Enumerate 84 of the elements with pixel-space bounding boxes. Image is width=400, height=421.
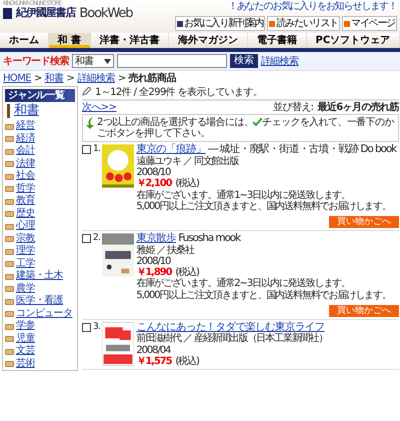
logo-text[interactable]: BookWeb <box>79 7 132 20</box>
search-field[interactable] <box>116 54 227 68</box>
logo-text[interactable]: 紀伊國屋書店 <box>16 7 76 20</box>
nav-tab[interactable]: 和 書 <box>48 33 91 48</box>
genre-link[interactable]: コンピュータ <box>16 308 72 320</box>
button-icon <box>269 20 276 27</box>
genre-link[interactable]: 教育 <box>16 195 35 208</box>
shipping-text: 5,000円以上ご注文頂きますと、国内送料無料でお届けします。 <box>136 200 392 212</box>
breadcrumb-current: 売れ筋商品 <box>128 73 176 85</box>
nav-tab[interactable]: 海外マガジン <box>169 33 248 48</box>
date-text: 2008/10 <box>136 256 172 268</box>
arrow-icon <box>85 116 95 129</box>
genre-link[interactable]: 芸術 <box>16 358 35 370</box>
genre-link[interactable]: 学参 <box>16 320 35 333</box>
genre-link[interactable]: 文芸 <box>16 345 35 358</box>
price-text: ￥1,575 <box>136 356 172 367</box>
breadcrumb-link[interactable]: 和書 <box>44 73 64 85</box>
stock-text: 在庫がございます。通常2~3日以内に発送致します。 <box>136 278 351 290</box>
result-count: 1～12件 / 全299件 を表示しています。 <box>95 86 262 98</box>
title-link[interactable]: 東京散歩 <box>136 232 176 244</box>
header-button[interactable]: 読みたいリスト <box>267 16 340 32</box>
genre-link[interactable]: 建築・土木 <box>16 270 64 283</box>
breadcrumb-link[interactable]: 詳細検索 <box>77 73 115 85</box>
advanced-search-link[interactable]: 詳細検索 <box>260 56 298 67</box>
tax-note: (税込) <box>175 267 199 278</box>
checkbox[interactable] <box>82 145 91 154</box>
tax-note: (税込) <box>175 356 199 367</box>
breadcrumb-separator: > <box>34 73 42 85</box>
genre-link[interactable]: 農学 <box>16 282 35 296</box>
header-button[interactable]: お気に入り新刊案内 <box>175 16 266 32</box>
search-label: キーワード検索 <box>3 56 69 67</box>
genre-link[interactable]: 経営 <box>16 120 35 133</box>
genre-link[interactable]: 法律 <box>16 158 35 170</box>
genre-link[interactable]: 社会 <box>16 170 35 183</box>
author-text: 遠藤ユウキ ／ 同文館出版 <box>136 156 240 168</box>
price-text: ￥1,890 <box>136 267 172 278</box>
button-icon <box>344 20 350 27</box>
genre-link[interactable]: 医学・看護 <box>16 295 64 308</box>
nav-tab[interactable]: 電子書籍 <box>248 33 307 48</box>
stock-text: 在庫がございます。通常1~3日以内に発送致します。 <box>136 190 351 201</box>
breadcrumb-link[interactable]: HOME <box>3 73 31 85</box>
search-button[interactable]: 検索 <box>230 54 258 68</box>
sort-label: 並び替え: <box>273 102 314 113</box>
genre-link[interactable]: 経済 <box>16 132 35 146</box>
notice-text: ！あなたのお気に入りをお知らせします！ <box>228 1 397 12</box>
breadcrumb-separator: > <box>66 73 74 85</box>
logo-mark-icon <box>3 8 12 19</box>
breadcrumb-separator: > <box>118 73 126 85</box>
button-icon <box>177 20 184 27</box>
price-text: ￥2,100 <box>136 178 172 190</box>
genre-link[interactable]: 理学 <box>16 245 35 258</box>
genre-link[interactable]: 心理 <box>16 220 35 233</box>
header-button[interactable]: マイページ <box>342 16 397 32</box>
title-link[interactable]: 東京の「痕跡」 <box>136 143 206 156</box>
category-select[interactable]: 和書 <box>72 54 114 68</box>
item-number: 1. <box>93 144 100 156</box>
date-text: 2008/10 <box>136 167 172 178</box>
next-link[interactable]: 次へ>> <box>82 102 116 113</box>
product-title: 東京散歩 Fusosha mook <box>136 233 242 244</box>
genre-link[interactable]: 歴史 <box>16 208 35 220</box>
tax-note: (税込) <box>175 178 199 190</box>
genre-link[interactable]: 宗教 <box>16 232 35 246</box>
genre-link[interactable]: 工学 <box>16 258 35 270</box>
genre-link[interactable]: 哲学 <box>16 182 35 196</box>
item-number: 3. <box>93 322 100 334</box>
author-text: 雅姫 ／ 扶桑社 <box>136 244 196 256</box>
nav-tab[interactable]: 洋書・洋古書 <box>90 33 170 48</box>
sidebar-title: ジャンル一覧 <box>5 88 75 102</box>
product-title: 東京の「痕跡」 ― 城址・廃駅・街道・古墳・戦跡 Do book <box>136 144 398 156</box>
check-icon <box>253 116 262 128</box>
checkbox[interactable] <box>82 234 91 243</box>
genre-link[interactable]: 児童 <box>16 332 35 346</box>
nav-tab[interactable]: PCソフトウェア <box>306 33 400 48</box>
author-text: 前田滋樹代 ／ 産経新聞出版（日本工業新聞社） <box>136 333 328 345</box>
title-link[interactable]: こんなにあった！タダで楽しむ東京ライフ <box>136 320 324 333</box>
checkbox[interactable] <box>82 322 91 332</box>
sort-value: 最近6ヶ月の売れ筋 <box>317 102 399 113</box>
genre-link[interactable]: 会計 <box>16 145 35 158</box>
sidebar-heading[interactable]: 和書 <box>7 104 73 118</box>
item-number: 2. <box>93 233 100 245</box>
notice-text: 2つ以上の商品を選択する場合には、 チェックを入れて、一番下のかごボタンを押して下さい。 <box>97 116 396 140</box>
date-text: 2008/04 <box>136 344 172 356</box>
shipping-text: 5,000円以上ご注文頂きますと、国内送料無料でお届けします。 <box>136 290 392 301</box>
pencil-icon <box>82 86 91 98</box>
